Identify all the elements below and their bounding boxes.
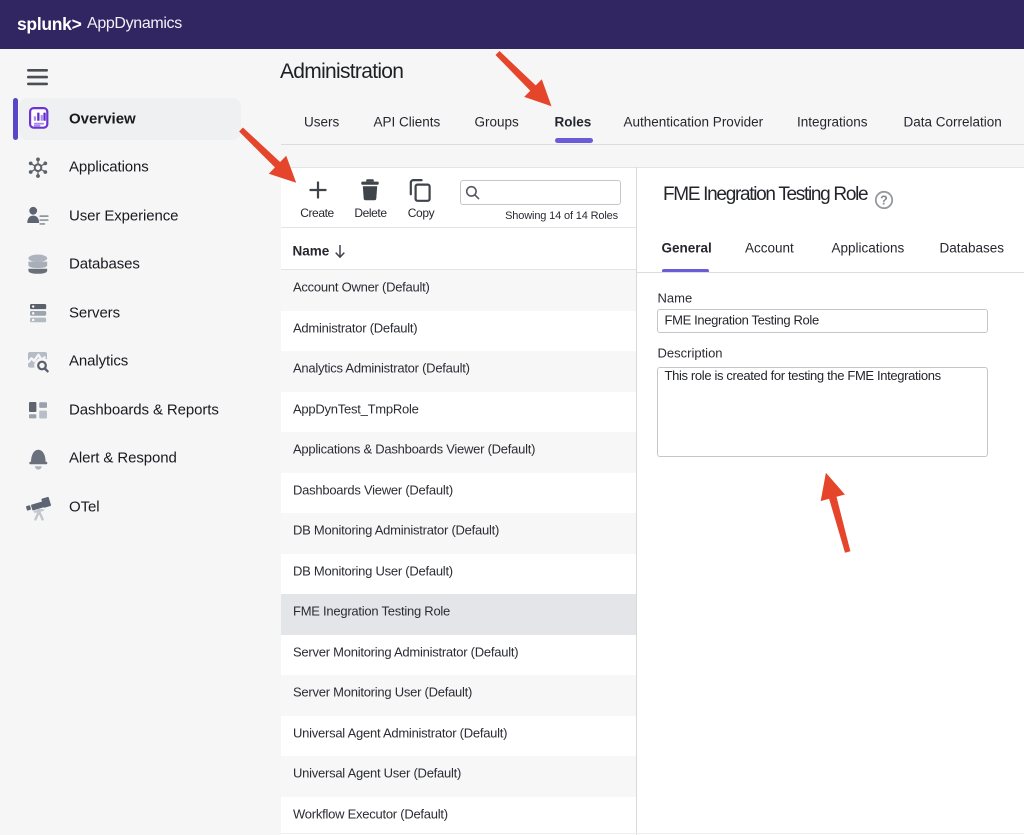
- svg-text:?: ?: [880, 193, 888, 207]
